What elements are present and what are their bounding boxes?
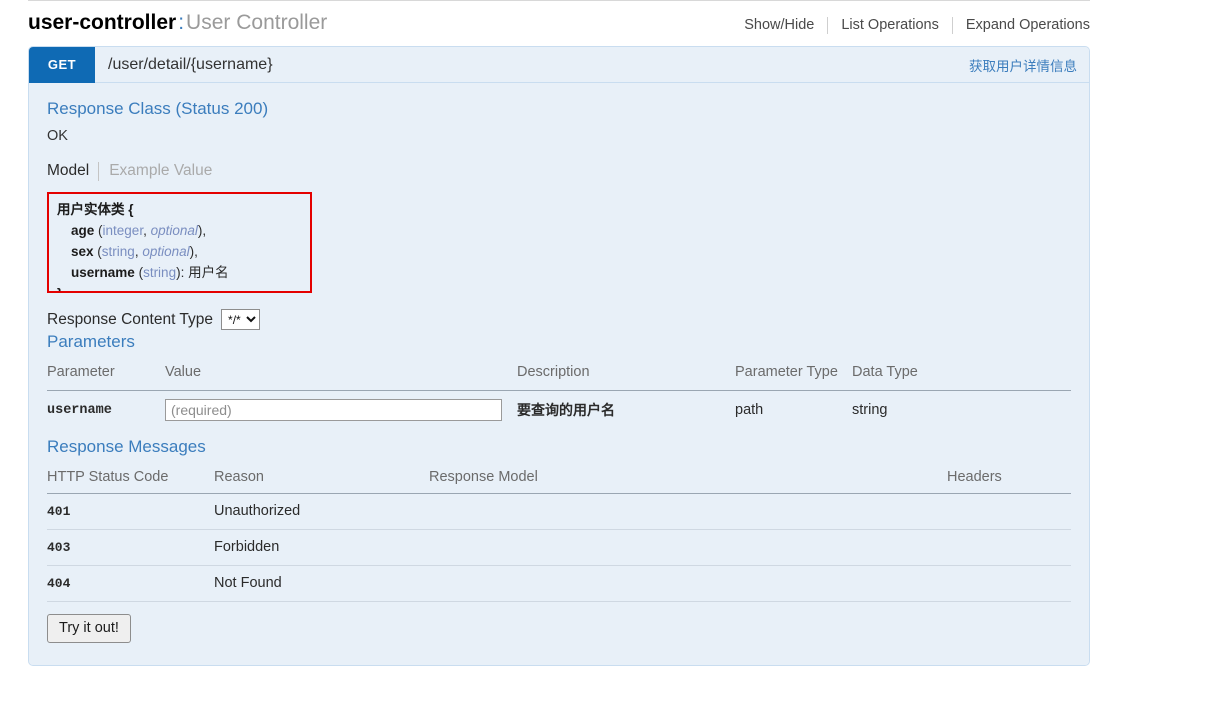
operation-path[interactable]: /user/detail/{username} bbox=[95, 56, 273, 74]
property-type-group: (string) bbox=[138, 265, 181, 280]
model-tabs: Model Example Value bbox=[47, 161, 1071, 181]
top-divider bbox=[28, 0, 1090, 1]
table-row: 403 Forbidden bbox=[47, 529, 1071, 566]
model-open-brace: { bbox=[128, 202, 134, 217]
table-row: 404 Not Found bbox=[47, 565, 1071, 602]
operation-header[interactable]: GET /user/detail/{username} 获取用户详情信息 bbox=[29, 47, 1089, 83]
response-content-type-label: Response Content Type bbox=[47, 310, 214, 328]
model-class-name: 用户实体类 bbox=[57, 202, 125, 217]
tab-example-value[interactable]: Example Value bbox=[99, 161, 212, 181]
resource-name: user-controller bbox=[28, 11, 177, 34]
response-content-type-select[interactable]: */* bbox=[221, 309, 261, 330]
property-name: username bbox=[71, 265, 135, 280]
model-class-line: 用户实体类 { bbox=[57, 199, 302, 220]
col-data-type: Data Type bbox=[852, 360, 1071, 391]
expand-operations-link[interactable]: Expand Operations bbox=[953, 17, 1090, 33]
col-description: Description bbox=[517, 360, 735, 391]
reason-cell: Forbidden bbox=[214, 529, 429, 566]
table-header-row: Parameter Value Description Parameter Ty… bbox=[47, 360, 1071, 391]
parameters-table-body: username 要查询的用户名 path string bbox=[47, 391, 1071, 436]
property-optional: optional bbox=[142, 244, 190, 259]
property-type: string bbox=[143, 265, 177, 280]
show-hide-link[interactable]: Show/Hide bbox=[731, 17, 827, 33]
table-header-row: HTTP Status Code Reason Response Model H… bbox=[47, 465, 1071, 494]
property-type: integer bbox=[102, 223, 144, 238]
operation-summary[interactable]: 获取用户详情信息 bbox=[969, 55, 1089, 75]
tab-model[interactable]: Model bbox=[47, 161, 98, 181]
property-type-group: (string, optional) bbox=[97, 244, 195, 259]
reason-cell: Not Found bbox=[214, 565, 429, 602]
response-messages-table-body: 401 Unauthorized 403 Forbidden 404 Not F… bbox=[47, 493, 1071, 602]
response-class-heading: Response Class (Status 200) bbox=[47, 99, 269, 118]
parameter-data-type-cell: string bbox=[852, 402, 888, 418]
property-comma: , bbox=[202, 223, 207, 238]
parameters-table-head: Parameter Value Description Parameter Ty… bbox=[47, 360, 1071, 391]
model-property-row: age (integer, optional), bbox=[57, 220, 302, 241]
property-name: sex bbox=[71, 244, 94, 259]
response-messages-heading: Response Messages bbox=[47, 437, 206, 456]
status-code-cell: 404 bbox=[47, 565, 214, 602]
property-type-group: (integer, optional) bbox=[98, 223, 203, 238]
resource-title: user-controller:User Controller bbox=[28, 10, 327, 36]
try-it-out-button[interactable]: Try it out! bbox=[47, 614, 131, 643]
resource-header: user-controller:User Controller Show/Hid… bbox=[28, 10, 1090, 44]
model-property-row: username (string): 用户名 bbox=[71, 265, 229, 280]
table-row: 401 Unauthorized bbox=[47, 493, 1071, 530]
col-headers: Headers bbox=[947, 465, 1071, 494]
resource-description: User Controller bbox=[186, 11, 328, 34]
response-content-type-row: Response Content Type */* bbox=[47, 309, 1071, 330]
property-optional: optional bbox=[150, 223, 198, 238]
http-method-badge[interactable]: GET bbox=[29, 47, 95, 83]
table-row: username 要查询的用户名 path string bbox=[47, 391, 1071, 436]
resource-title-separator: : bbox=[178, 11, 185, 34]
col-parameter-type: Parameter Type bbox=[735, 360, 852, 391]
model-close-brace: } bbox=[57, 283, 302, 291]
response-messages-table-head: HTTP Status Code Reason Response Model H… bbox=[47, 465, 1071, 494]
response-model-cell bbox=[429, 529, 947, 566]
headers-cell bbox=[947, 529, 1071, 566]
parameter-description-cell: 要查询的用户名 bbox=[517, 402, 615, 418]
parameter-type-cell: path bbox=[735, 402, 764, 418]
headers-cell bbox=[947, 493, 1071, 530]
parameters-table: Parameter Value Description Parameter Ty… bbox=[47, 360, 1071, 435]
response-model-cell bbox=[429, 565, 947, 602]
operation-body: Response Class (Status 200) OK Model Exa… bbox=[29, 83, 1089, 665]
response-status-text: OK bbox=[47, 128, 68, 144]
col-value: Value bbox=[165, 360, 517, 391]
response-messages-table: HTTP Status Code Reason Response Model H… bbox=[47, 465, 1071, 602]
model-signature-box: 用户实体类 { age (integer, optional), sex (st… bbox=[47, 192, 312, 293]
list-operations-link[interactable]: List Operations bbox=[828, 17, 952, 33]
resource-operation-links: Show/Hide List Operations Expand Operati… bbox=[731, 16, 1090, 34]
parameter-value-cell bbox=[165, 391, 517, 436]
status-code-cell: 401 bbox=[47, 493, 214, 530]
col-http-status-code: HTTP Status Code bbox=[47, 465, 214, 494]
reason-cell: Unauthorized bbox=[214, 493, 429, 530]
parameter-name-cell: username bbox=[47, 402, 112, 418]
col-reason: Reason bbox=[214, 465, 429, 494]
property-comma: , bbox=[194, 244, 198, 259]
property-description: 用户名 bbox=[188, 265, 229, 280]
parameters-heading: Parameters bbox=[47, 332, 135, 351]
col-parameter: Parameter bbox=[47, 360, 165, 391]
model-signature: 用户实体类 { age (integer, optional), sex (st… bbox=[57, 199, 302, 291]
model-property-row: sex (string, optional), bbox=[57, 241, 302, 262]
property-name: age bbox=[71, 223, 95, 238]
status-code-cell: 403 bbox=[47, 529, 214, 566]
headers-cell bbox=[947, 565, 1071, 602]
response-model-cell bbox=[429, 493, 947, 530]
swagger-ui-page: user-controller:User Controller Show/Hid… bbox=[0, 0, 1218, 716]
property-type: string bbox=[101, 244, 135, 259]
username-input[interactable] bbox=[165, 399, 502, 421]
operation-panel: GET /user/detail/{username} 获取用户详情信息 Res… bbox=[28, 46, 1090, 666]
col-response-model: Response Model bbox=[429, 465, 947, 494]
